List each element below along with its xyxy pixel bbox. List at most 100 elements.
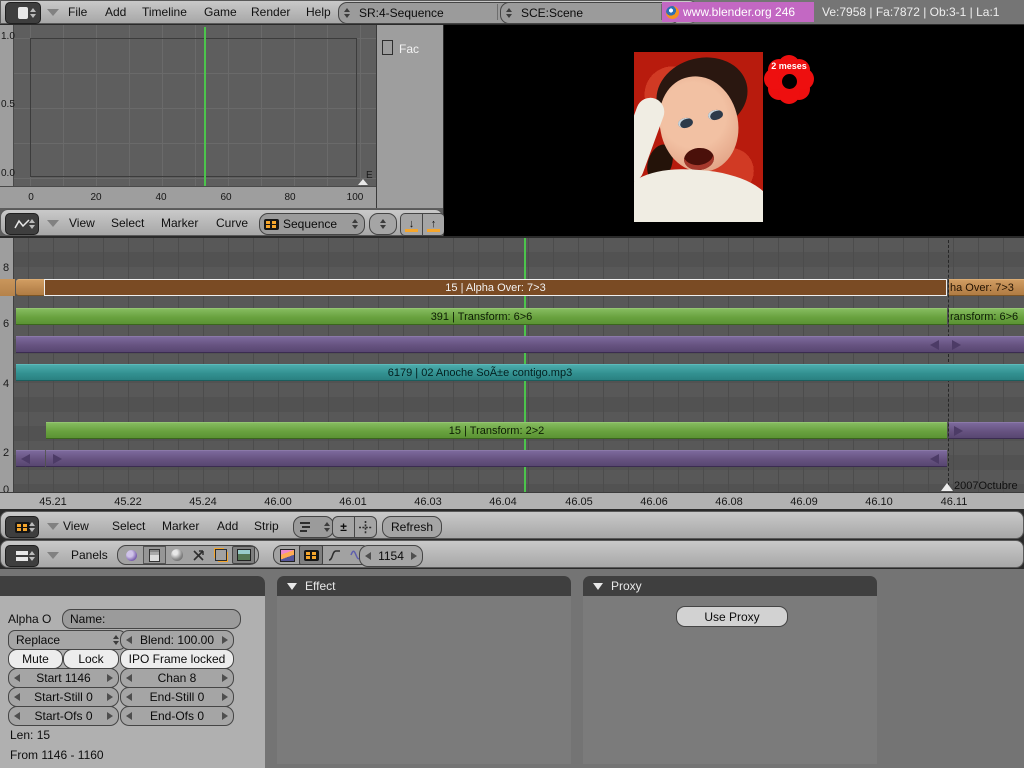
sequencer-view[interactable]: 15 | Alpha Over: 7>3 ha Over: 7>3 391 | … <box>0 238 1024 509</box>
mute-toggle[interactable]: Mute <box>8 649 63 669</box>
ipo-menu-marker[interactable]: Marker <box>161 216 198 230</box>
scene-context-button[interactable] <box>232 546 255 564</box>
increment-icon[interactable] <box>107 693 113 701</box>
sequencer-subcontext-button[interactable] <box>298 545 324 565</box>
refresh-button[interactable]: Refresh <box>382 516 442 538</box>
increment-icon[interactable] <box>107 674 113 682</box>
buttons-window-type-button[interactable] <box>5 545 39 567</box>
end-still-field[interactable]: End-Still 0 <box>120 687 234 707</box>
end-ofs-field[interactable]: End-Ofs 0 <box>120 706 234 726</box>
render-subcontext-button[interactable] <box>277 547 298 563</box>
seq-menu-add[interactable]: Add <box>217 519 238 533</box>
increment-icon[interactable] <box>222 636 228 644</box>
ipo-menu-view[interactable]: View <box>69 216 95 230</box>
strip-right-handle-icon[interactable] <box>952 340 961 350</box>
strip-alpha-over-selected[interactable]: 15 | Alpha Over: 7>3 <box>44 279 947 296</box>
decrement-icon[interactable] <box>126 636 132 644</box>
decrement-icon[interactable] <box>14 693 20 701</box>
logic-context-button[interactable] <box>121 547 142 563</box>
menu-game[interactable]: Game <box>204 5 237 19</box>
decrement-icon[interactable] <box>126 693 132 701</box>
strip-transform6[interactable]: 391 | Transform: 6>6 <box>16 308 947 325</box>
strip-alpha-over-clipped[interactable]: ha Over: 7>3 <box>949 279 1024 296</box>
menu-add[interactable]: Add <box>105 5 126 19</box>
increment-icon[interactable] <box>222 712 228 720</box>
sequencer-window-type-button[interactable] <box>5 516 39 538</box>
seq-menu-strip[interactable]: Strip <box>254 519 279 533</box>
decrement-icon[interactable] <box>14 712 20 720</box>
channel-field[interactable]: Chan 8 <box>120 668 234 688</box>
seq-menu-view[interactable]: View <box>63 519 89 533</box>
strip-transform2[interactable]: 15 | Transform: 2>2 <box>46 422 947 439</box>
strip-left-handle-icon[interactable] <box>930 340 939 350</box>
scene-selector[interactable]: SCE:Scene × <box>500 2 680 24</box>
strip-audio[interactable]: 6179 | 02 Anoche SoÃ±e contigo.mp3 <box>16 364 1024 381</box>
frame-number-field[interactable]: 1154 <box>359 545 423 567</box>
ipo-paste-button[interactable]: ↑ <box>422 213 445 236</box>
header-collapse-icon[interactable] <box>47 9 59 16</box>
ipo-type-selector[interactable]: Sequence <box>259 213 365 235</box>
timeline-marker-icon[interactable] <box>941 483 953 491</box>
blend-mode-dropdown[interactable]: Replace <box>8 630 126 650</box>
object-context-button[interactable] <box>188 547 209 563</box>
strip-transform6-clipped[interactable]: ransform: 6>6 <box>949 308 1024 325</box>
increment-icon[interactable] <box>107 712 113 720</box>
strip-right-handle-icon[interactable] <box>53 454 62 464</box>
strip-purple-ch1-left[interactable] <box>16 450 45 467</box>
editing-context-button[interactable] <box>210 547 231 563</box>
seq-plusminus-button[interactable]: ± <box>332 516 355 538</box>
blend-value-slider[interactable]: Blend: 100.00 <box>120 630 234 650</box>
sequencer-vertical-scrollbar[interactable]: 8 6 4 2 0 <box>0 238 14 496</box>
seq-menu-select[interactable]: Select <box>112 519 145 533</box>
panel-expand-icon[interactable] <box>287 582 297 590</box>
blender-link-badge[interactable]: www.blender.org 246 <box>662 2 814 22</box>
decrement-icon[interactable] <box>14 674 20 682</box>
start-frame-field[interactable]: Start 1146 <box>8 668 119 688</box>
effect-panel-header[interactable]: Effect <box>277 576 571 596</box>
strip-left-handle-icon[interactable] <box>21 454 30 464</box>
ipo-menu-select[interactable]: Select <box>111 216 144 230</box>
increment-icon[interactable] <box>222 674 228 682</box>
timeline-ruler[interactable]: 45.21 45.22 45.24 46.00 46.01 46.03 46.0… <box>0 492 1024 509</box>
script-context-button[interactable] <box>142 546 166 564</box>
strip-name-field[interactable]: Name: <box>62 609 241 629</box>
strip-left-handle-icon[interactable] <box>930 454 939 464</box>
increment-icon[interactable] <box>411 552 417 560</box>
start-ofs-field[interactable]: Start-Ofs 0 <box>8 706 119 726</box>
header-collapse-icon[interactable] <box>47 552 59 559</box>
decrement-icon[interactable] <box>126 674 132 682</box>
ipo-extra-combo[interactable] <box>369 213 397 235</box>
seq-translate-button[interactable] <box>354 516 377 538</box>
window-type-button[interactable] <box>5 2 41 24</box>
strip-purple-ch1[interactable] <box>46 450 947 467</box>
increment-icon[interactable] <box>222 693 228 701</box>
strip-purple-ch5-right[interactable] <box>947 336 1024 353</box>
strip-purple-ch5[interactable] <box>16 336 947 353</box>
menu-timeline[interactable]: Timeline <box>142 5 187 19</box>
decrement-icon[interactable] <box>126 712 132 720</box>
header-collapse-icon[interactable] <box>47 220 59 227</box>
screen-selector[interactable]: SR:4-Sequence × <box>338 2 516 24</box>
menu-render[interactable]: Render <box>251 5 290 19</box>
menu-help[interactable]: Help <box>306 5 331 19</box>
ipo-frame-locked-toggle[interactable]: IPO Frame locked <box>120 649 234 669</box>
ipo-horizontal-scrollbar[interactable]: 0 20 40 60 80 100 <box>0 186 376 208</box>
strip-alpha-over-left-handle[interactable] <box>16 279 44 296</box>
panel-expand-icon[interactable] <box>593 582 603 590</box>
shading-context-button[interactable] <box>167 547 188 563</box>
ipo-copy-button[interactable]: ↓ <box>400 213 423 236</box>
anim-subcontext-button[interactable] <box>324 547 345 563</box>
edit-panel-header[interactable] <box>0 576 265 596</box>
strip-right-handle-icon[interactable] <box>954 426 963 436</box>
ipo-window-type-button[interactable] <box>5 213 39 235</box>
proxy-panel-header[interactable]: Proxy <box>583 576 877 596</box>
decrement-icon[interactable] <box>365 552 371 560</box>
ipo-playhead[interactable] <box>204 27 206 186</box>
start-still-field[interactable]: Start-Still 0 <box>8 687 119 707</box>
use-proxy-button[interactable]: Use Proxy <box>676 606 788 627</box>
header-collapse-icon[interactable] <box>47 523 59 530</box>
menu-file[interactable]: File <box>68 5 87 19</box>
seq-display-mode-combo[interactable] <box>293 516 334 538</box>
seq-menu-marker[interactable]: Marker <box>162 519 199 533</box>
ipo-menu-curve[interactable]: Curve <box>216 216 248 230</box>
